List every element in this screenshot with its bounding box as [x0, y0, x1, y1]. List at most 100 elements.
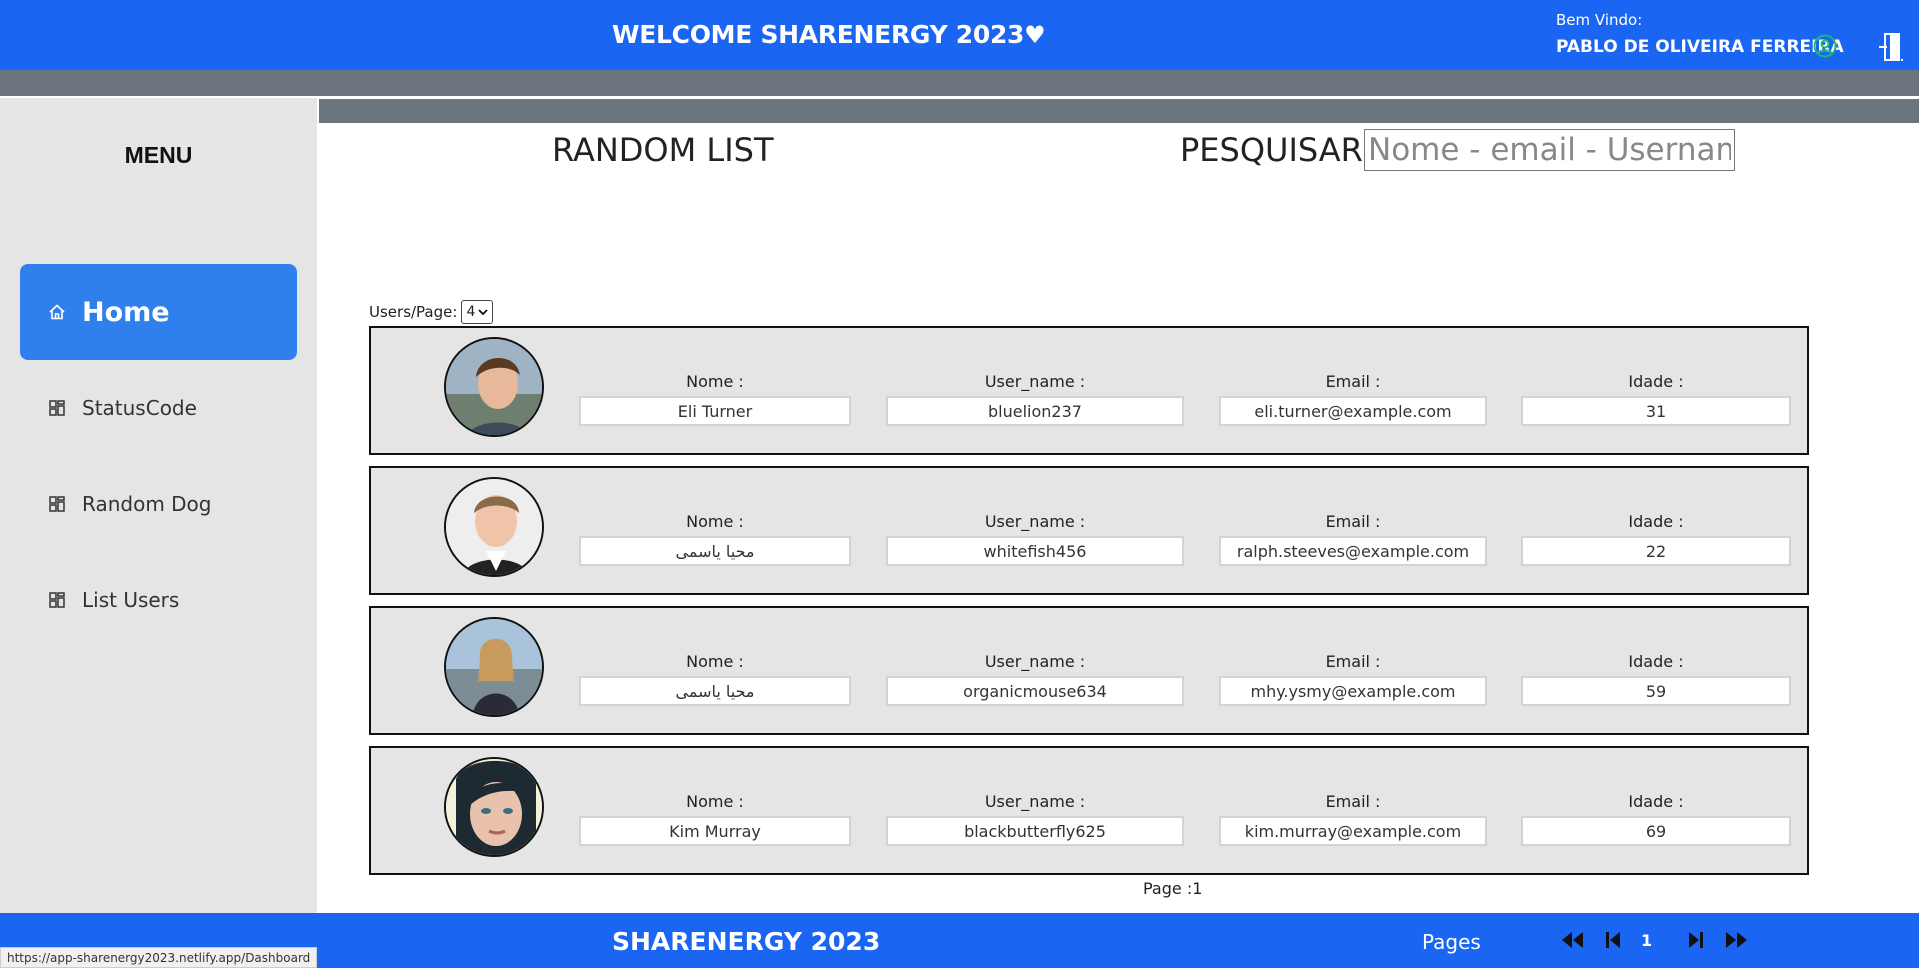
sidebar-item-label: List Users [82, 588, 180, 612]
user-avatar [444, 477, 544, 577]
previous-page-button[interactable] [1600, 929, 1626, 951]
chevron-down-icon [478, 309, 488, 316]
user-avatar [444, 617, 544, 717]
username-label: User_name : [984, 372, 1086, 391]
sidebar-item-home[interactable]: Home [20, 264, 297, 360]
users-per-page-value: 4 [466, 304, 476, 320]
last-page-button[interactable] [1724, 929, 1750, 951]
age-field: Idade : 59 [1521, 652, 1791, 706]
home-icon [48, 303, 66, 321]
email-value[interactable]: mhy.ysmy@example.com [1219, 676, 1487, 706]
name-label: Nome : [686, 512, 744, 531]
age-value[interactable]: 69 [1521, 816, 1791, 846]
menu-title: MENU [124, 142, 193, 168]
pages-label: Pages [1422, 930, 1481, 954]
next-page-button[interactable] [1683, 929, 1709, 951]
search-label: PESQUISAR : [1180, 131, 1384, 169]
page-title: RANDOM LIST [552, 131, 774, 169]
sidebar-item-label: StatusCode [82, 396, 197, 420]
age-field: Idade : 22 [1521, 512, 1791, 566]
email-label: Email : [1325, 792, 1381, 811]
username-label: User_name : [984, 512, 1086, 531]
email-label: Email : [1325, 372, 1381, 391]
user-card: Nome : Eli Turner User_name : bluelion23… [369, 326, 1809, 455]
user-card: Nome : Kim Murray User_name : blackbutte… [369, 746, 1809, 875]
age-label: Idade : [1628, 652, 1684, 671]
name-value[interactable]: Eli Turner [579, 396, 851, 426]
age-field: Idade : 69 [1521, 792, 1791, 846]
user-circle-icon [1813, 34, 1837, 58]
age-label: Idade : [1628, 512, 1684, 531]
grid-icon [48, 495, 66, 513]
name-field: Nome : محیا یاسمی [579, 652, 851, 706]
username-value[interactable]: whitefish456 [886, 536, 1184, 566]
email-value[interactable]: kim.murray@example.com [1219, 816, 1487, 846]
content-top-band [319, 99, 1919, 123]
users-per-page-control: Users/Page: 4 [369, 300, 494, 324]
header-title-text: WELCOME SHARENERGY 2023 [612, 20, 1025, 49]
age-value[interactable]: 59 [1521, 676, 1791, 706]
users-per-page-label: Users/Page: [369, 303, 458, 321]
welcome-label: Bem Vindo: [1556, 11, 1643, 29]
name-value[interactable]: محیا یاسمی [579, 536, 851, 566]
email-field: Email : mhy.ysmy@example.com [1219, 652, 1487, 706]
username-value[interactable]: bluelion237 [886, 396, 1184, 426]
email-value[interactable]: ralph.steeves@example.com [1219, 536, 1487, 566]
grid-icon [48, 591, 66, 609]
age-value[interactable]: 22 [1521, 536, 1791, 566]
age-field: Idade : 31 [1521, 372, 1791, 426]
name-field: Nome : Kim Murray [579, 792, 851, 846]
user-card: Nome : محیا یاسمی User_name : organicmou… [369, 606, 1809, 735]
skip-back-icon [1606, 932, 1620, 948]
email-label: Email : [1325, 512, 1381, 531]
email-label: Email : [1325, 652, 1381, 671]
logout-door-icon[interactable] [1878, 32, 1904, 62]
user-card: Nome : محیا یاسمی User_name : whitefish4… [369, 466, 1809, 595]
search-input[interactable] [1364, 129, 1735, 171]
username-label: User_name : [984, 652, 1086, 671]
grid-icon [48, 399, 66, 417]
email-field: Email : ralph.steeves@example.com [1219, 512, 1487, 566]
current-page-number: 1 [1641, 931, 1653, 950]
age-label: Idade : [1628, 792, 1684, 811]
email-value[interactable]: eli.turner@example.com [1219, 396, 1487, 426]
user-avatar [444, 337, 544, 437]
email-field: Email : kim.murray@example.com [1219, 792, 1487, 846]
age-label: Idade : [1628, 372, 1684, 391]
username-label: User_name : [984, 792, 1086, 811]
top-header: WELCOME SHARENERGY 2023♥ Bem Vindo: PABL… [0, 0, 1919, 70]
name-field: Nome : محیا یاسمی [579, 512, 851, 566]
email-field: Email : eli.turner@example.com [1219, 372, 1487, 426]
sidebar-item-random-dog[interactable]: Random Dog [20, 456, 297, 552]
name-field: Nome : Eli Turner [579, 372, 851, 426]
user-name: PABLO DE OLIVEIRA FERREIRA [1556, 37, 1844, 57]
username-value[interactable]: blackbutterfly625 [886, 816, 1184, 846]
rewind-icon [1562, 932, 1583, 948]
name-label: Nome : [686, 792, 744, 811]
name-label: Nome : [686, 372, 744, 391]
sidebar-item-list-users[interactable]: List Users [20, 552, 297, 648]
name-value[interactable]: محیا یاسمی [579, 676, 851, 706]
user-avatar [444, 757, 544, 857]
skip-forward-icon [1689, 932, 1703, 948]
username-field: User_name : organicmouse634 [886, 652, 1184, 706]
sidebar-item-label: Random Dog [82, 492, 212, 516]
sidebar: MENU Home StatusCode Random Dog List Use… [0, 98, 317, 913]
sidebar-item-label: Home [82, 296, 170, 328]
username-field: User_name : whitefish456 [886, 512, 1184, 566]
first-page-button[interactable] [1559, 929, 1585, 951]
header-title: WELCOME SHARENERGY 2023♥ [612, 20, 1046, 49]
username-value[interactable]: organicmouse634 [886, 676, 1184, 706]
sidebar-item-statuscode[interactable]: StatusCode [20, 360, 297, 456]
age-value[interactable]: 31 [1521, 396, 1791, 426]
username-field: User_name : blackbutterfly625 [886, 792, 1184, 846]
browser-status-url: https://app-sharenergy2023.netlify.app/D… [0, 947, 318, 968]
users-per-page-select[interactable]: 4 [461, 300, 494, 324]
header-divider-band [0, 70, 1919, 96]
username-field: User_name : bluelion237 [886, 372, 1184, 426]
heart-icon: ♥ [1024, 21, 1046, 49]
fast-forward-icon [1726, 932, 1747, 948]
page-indicator: Page :1 [1143, 879, 1203, 898]
name-label: Nome : [686, 652, 744, 671]
name-value[interactable]: Kim Murray [579, 816, 851, 846]
